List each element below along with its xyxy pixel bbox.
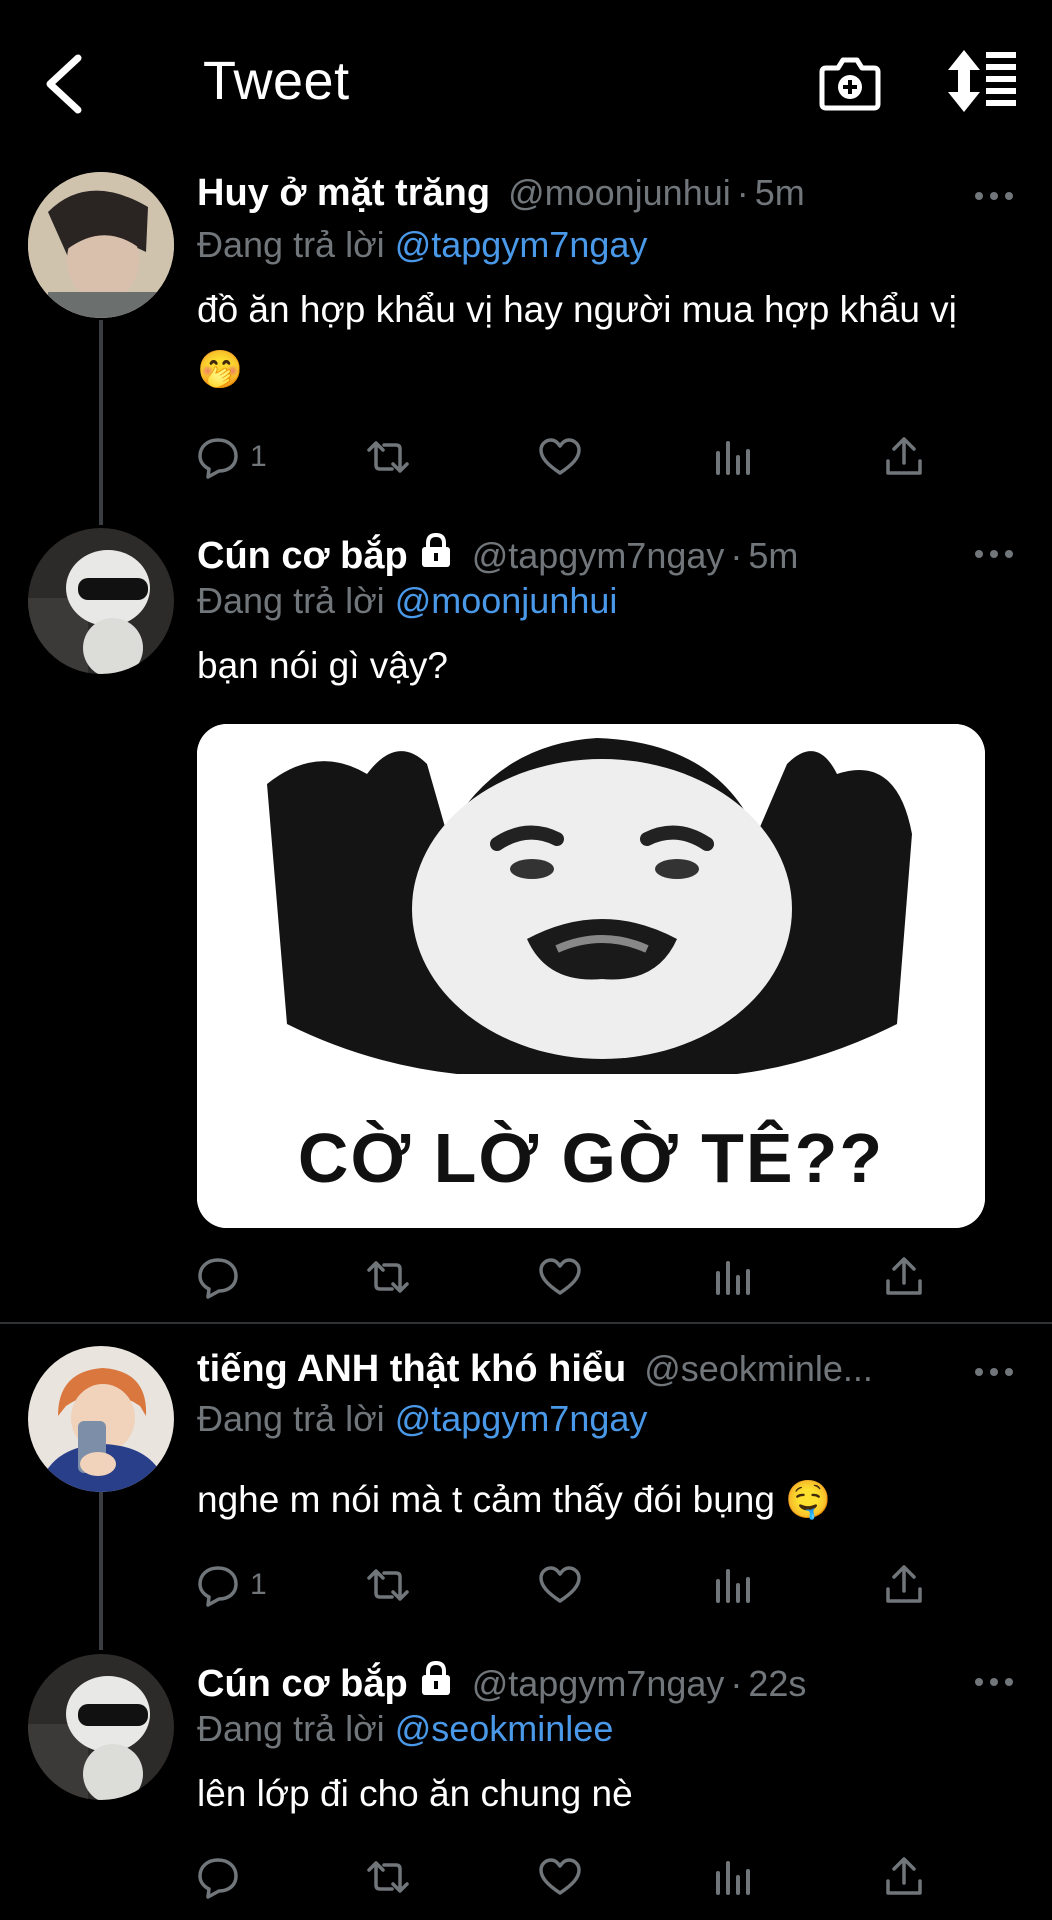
thread-line [99,1490,103,1650]
reply-icon [198,1858,238,1899]
more-icon[interactable] [974,1674,1014,1690]
divider [0,1322,1052,1324]
action-bar: 1 [196,432,956,482]
analytics-icon [716,1261,750,1295]
like-button[interactable] [538,1252,582,1302]
replying-prefix: Đang trả lời [197,580,385,621]
reply-button[interactable] [196,1252,250,1302]
thread-line [99,320,103,525]
action-bar [196,1852,956,1902]
reply-count: 1 [250,1568,267,1601]
share-button[interactable] [882,1560,926,1610]
views-button[interactable] [710,432,754,482]
share-icon [886,1257,922,1295]
analytics-icon [716,1861,750,1895]
avatar[interactable] [28,1654,174,1800]
replying-prefix: Đang trả lời [197,1398,385,1439]
like-button[interactable] [538,1560,582,1610]
separator-dot: · [730,535,743,576]
share-icon [886,437,922,475]
mention-link[interactable]: @tapgym7ngay [395,224,648,265]
retweet-button[interactable] [366,1560,410,1610]
replying-prefix: Đang trả lời [197,224,385,265]
analytics-icon [716,1569,750,1603]
mention-link[interactable]: @tapgym7ngay [395,1398,648,1439]
replying-to: Đang trả lời @tapgym7ngay [197,1398,647,1440]
reply-button[interactable]: 1 [196,432,267,482]
action-bar [196,1252,956,1302]
avatar[interactable] [28,1346,174,1492]
retweet-button[interactable] [366,432,410,482]
sort-icon[interactable] [946,50,1018,112]
views-button[interactable] [710,1252,754,1302]
display-name[interactable]: Cún cơ bắp [197,535,408,578]
share-icon [886,1565,922,1603]
heart-icon [539,1566,581,1603]
timestamp: 5m [748,535,799,576]
display-name[interactable]: Cún cơ bắp [197,1663,408,1706]
handle[interactable]: @tapgym7ngay [472,535,725,577]
like-button[interactable] [538,432,582,482]
tweet-text: lên lớp đi cho ăn chung nè [197,1773,633,1814]
handle[interactable]: @tapgym7ngay [472,1663,725,1705]
tweet-image[interactable]: CỜ LỜ GỜ TÊ?? [197,724,985,1228]
separator-dot: · [736,172,749,213]
chevron-left-icon[interactable] [42,52,86,116]
retweet-icon [367,1261,409,1293]
tweet-text: nghe m nói mà t cảm thấy đói bụng 🤤 [197,1479,832,1520]
replying-prefix: Đang trả lời [197,1708,385,1749]
share-button[interactable] [882,432,926,482]
tweet-text: đồ ăn hợp khẩu vị hay người mua hợp khẩu… [197,289,957,390]
meme-caption: CỜ LỜ GỜ TÊ?? [297,1119,885,1197]
replying-to: Đang trả lời @tapgym7ngay [197,224,647,266]
avatar[interactable] [28,528,174,674]
mention-link[interactable]: @moonjunhui [395,580,618,621]
like-button[interactable] [538,1852,582,1902]
tweet-text: bạn nói gì vậy? [197,645,448,686]
action-bar: 1 [196,1560,956,1610]
replying-to: Đang trả lời @moonjunhui [197,580,617,622]
heart-icon [539,1858,581,1895]
more-icon[interactable] [974,1364,1014,1380]
avatar[interactable] [28,172,174,318]
more-icon[interactable] [974,546,1014,562]
share-icon [886,1857,922,1895]
reply-icon [198,1566,238,1607]
share-button[interactable] [882,1252,926,1302]
reply-icon [198,438,238,479]
heart-icon [539,438,581,475]
replying-to: Đang trả lời @seokminlee [197,1708,613,1750]
reply-icon [198,1258,238,1299]
timestamp: 5m [754,172,805,213]
share-button[interactable] [882,1852,926,1902]
separator-dot: · [730,1663,743,1704]
views-button[interactable] [710,1560,754,1610]
reply-button[interactable] [196,1852,250,1902]
retweet-icon [367,441,409,473]
lock-icon [421,532,450,567]
handle[interactable]: @moonjunhui [508,172,731,214]
handle[interactable]: @seokminle... [644,1348,873,1390]
retweet-button[interactable] [366,1852,410,1902]
retweet-button[interactable] [366,1252,410,1302]
display-name[interactable]: Huy ở mặt trăng [197,172,490,215]
page-title: Tweet [203,51,350,111]
timestamp: 22s [748,1663,807,1704]
mention-link[interactable]: @seokminlee [395,1708,614,1749]
views-button[interactable] [710,1852,754,1902]
analytics-icon [716,441,750,475]
retweet-icon [367,1861,409,1893]
reply-button[interactable]: 1 [196,1560,267,1610]
more-icon[interactable] [974,188,1014,204]
display-name[interactable]: tiếng ANH thật khó hiểu [197,1348,626,1391]
lock-icon [421,1660,450,1695]
top-bar: Tweet [0,0,1052,168]
heart-icon [539,1258,581,1295]
reply-count: 1 [250,440,267,473]
camera-add-icon[interactable] [818,50,882,114]
retweet-icon [367,1569,409,1601]
